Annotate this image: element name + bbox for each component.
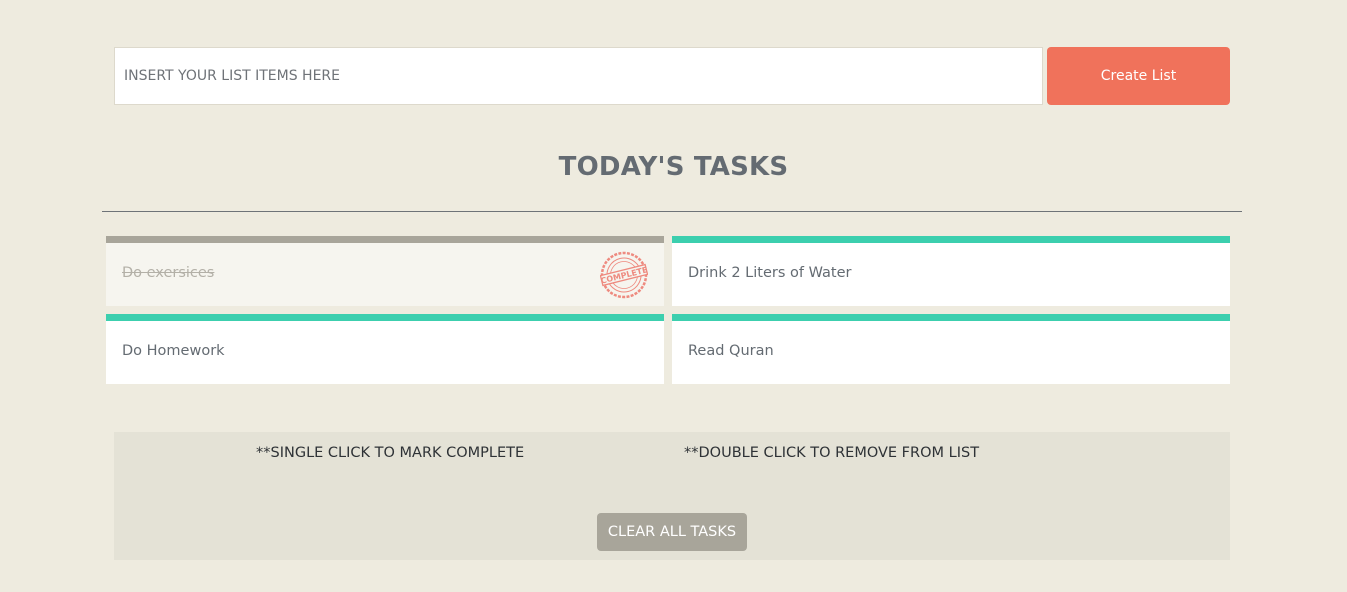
complete-stamp-icon: COMPLETE [600, 251, 648, 299]
task-label: Read Quran [688, 343, 774, 359]
task-input[interactable] [114, 47, 1043, 105]
task-label: Do Homework [122, 343, 225, 359]
task-label: Drink 2 Liters of Water [688, 265, 852, 281]
title-divider [102, 211, 1242, 212]
task-card-4[interactable]: Read Quran [672, 314, 1230, 384]
page-title: TODAY'S TASKS [558, 152, 789, 182]
stamp-text: COMPLETE [600, 265, 648, 285]
help-panel: **SINGLE CLICK TO MARK COMPLETE **DOUBLE… [114, 432, 1230, 560]
clear-all-tasks-button[interactable]: CLEAR ALL TASKS [597, 513, 747, 551]
task-label: Do exersices [122, 265, 215, 281]
create-list-button[interactable]: Create List [1047, 47, 1230, 105]
task-card-3[interactable]: Do Homework [106, 314, 664, 384]
single-click-hint: **SINGLE CLICK TO MARK COMPLETE [256, 445, 525, 461]
double-click-hint: **DOUBLE CLICK TO REMOVE FROM LIST [684, 445, 980, 461]
task-card-1[interactable]: Do exersices COMPLETE [106, 236, 664, 306]
task-card-2[interactable]: Drink 2 Liters of Water [672, 236, 1230, 306]
task-input-row: Create List [114, 47, 1230, 105]
